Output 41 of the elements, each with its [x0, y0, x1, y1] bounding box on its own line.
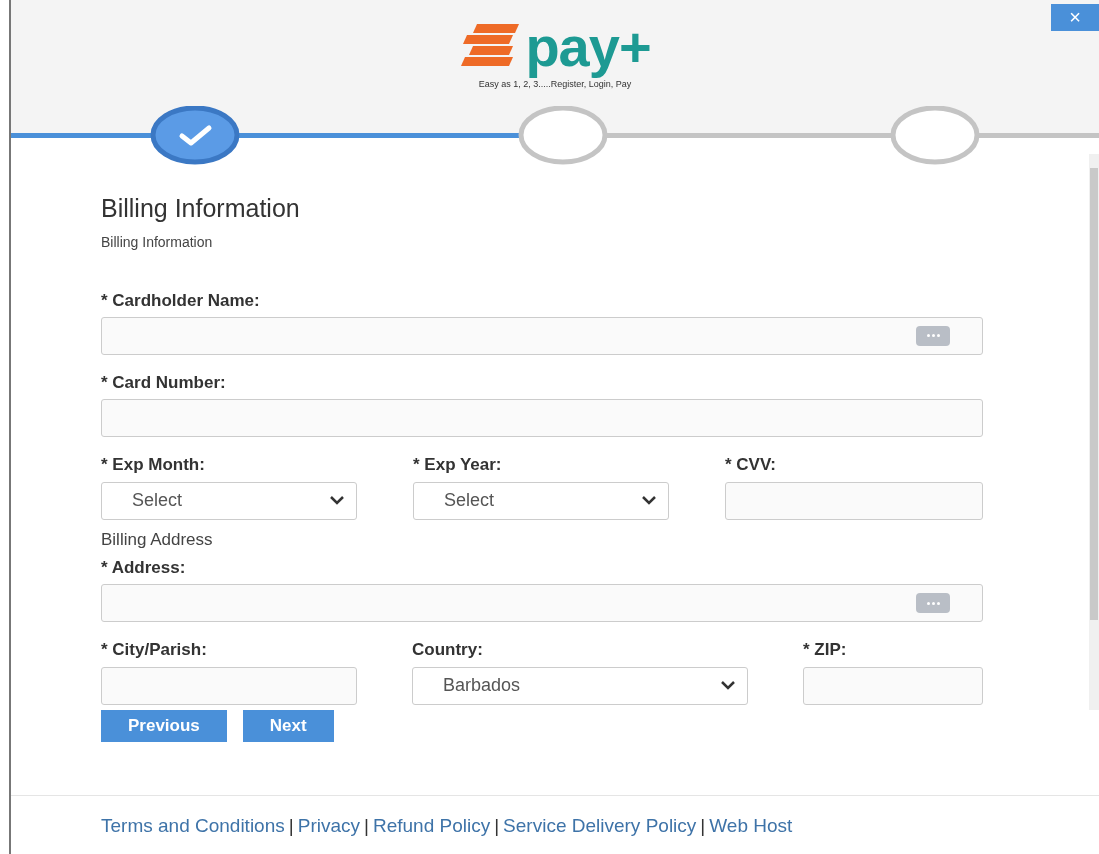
input-field[interactable]: [803, 666, 983, 705]
link-separator: |: [288, 815, 294, 836]
field-label: * Card Number:: [101, 372, 227, 394]
caret-icon: [721, 681, 735, 691]
select-field[interactable]: Barbados: [412, 666, 748, 705]
footer-link[interactable]: Service Delivery Policy: [503, 815, 697, 836]
previous-button[interactable]: Previous: [101, 710, 227, 742]
select-field[interactable]: Select: [413, 481, 669, 520]
field-label: * Cardholder Name:: [101, 290, 261, 311]
select-field[interactable]: Select: [101, 481, 357, 520]
input-field[interactable]: [101, 399, 983, 438]
link-separator: |: [364, 815, 369, 836]
field-label: * City/Parish:: [101, 640, 208, 661]
scrollbar[interactable]: [1089, 154, 1099, 710]
section-label: Billing Address: [101, 529, 214, 551]
field-label: * Address:: [101, 558, 187, 579]
input-field[interactable]: [101, 316, 983, 355]
close-button[interactable]: ×: [1051, 4, 1099, 31]
footer-link[interactable]: Privacy: [297, 815, 360, 836]
link-separator: |: [494, 815, 500, 836]
footer-link[interactable]: Refund Policy: [372, 815, 491, 836]
logo-wordmark: pay+: [525, 14, 651, 80]
footer-link[interactable]: Web Host: [709, 815, 793, 836]
next-button[interactable]: Next: [242, 710, 334, 742]
caret-icon: [642, 496, 656, 506]
tagline: Easy as 1, 2, 3.....Register, Login, Pay: [478, 78, 632, 91]
input-field[interactable]: [101, 666, 357, 705]
caret-icon: [330, 496, 344, 506]
link-separator: |: [700, 815, 706, 836]
password-manager-icon[interactable]: [916, 325, 950, 346]
footer-link[interactable]: Terms and Conditions: [101, 815, 285, 836]
field-label: Country:: [412, 640, 484, 661]
input-field[interactable]: [725, 481, 983, 520]
input-field[interactable]: [101, 584, 983, 623]
field-label: * ZIP:: [803, 640, 848, 661]
form-title: Billing Information: [101, 193, 301, 224]
field-label: * Exp Year:: [413, 455, 503, 476]
password-manager-icon[interactable]: [916, 593, 950, 614]
field-label: * CVV:: [725, 455, 778, 476]
field-label: * Exp Month:: [101, 455, 206, 476]
form-subtitle: Billing Information: [101, 232, 214, 252]
